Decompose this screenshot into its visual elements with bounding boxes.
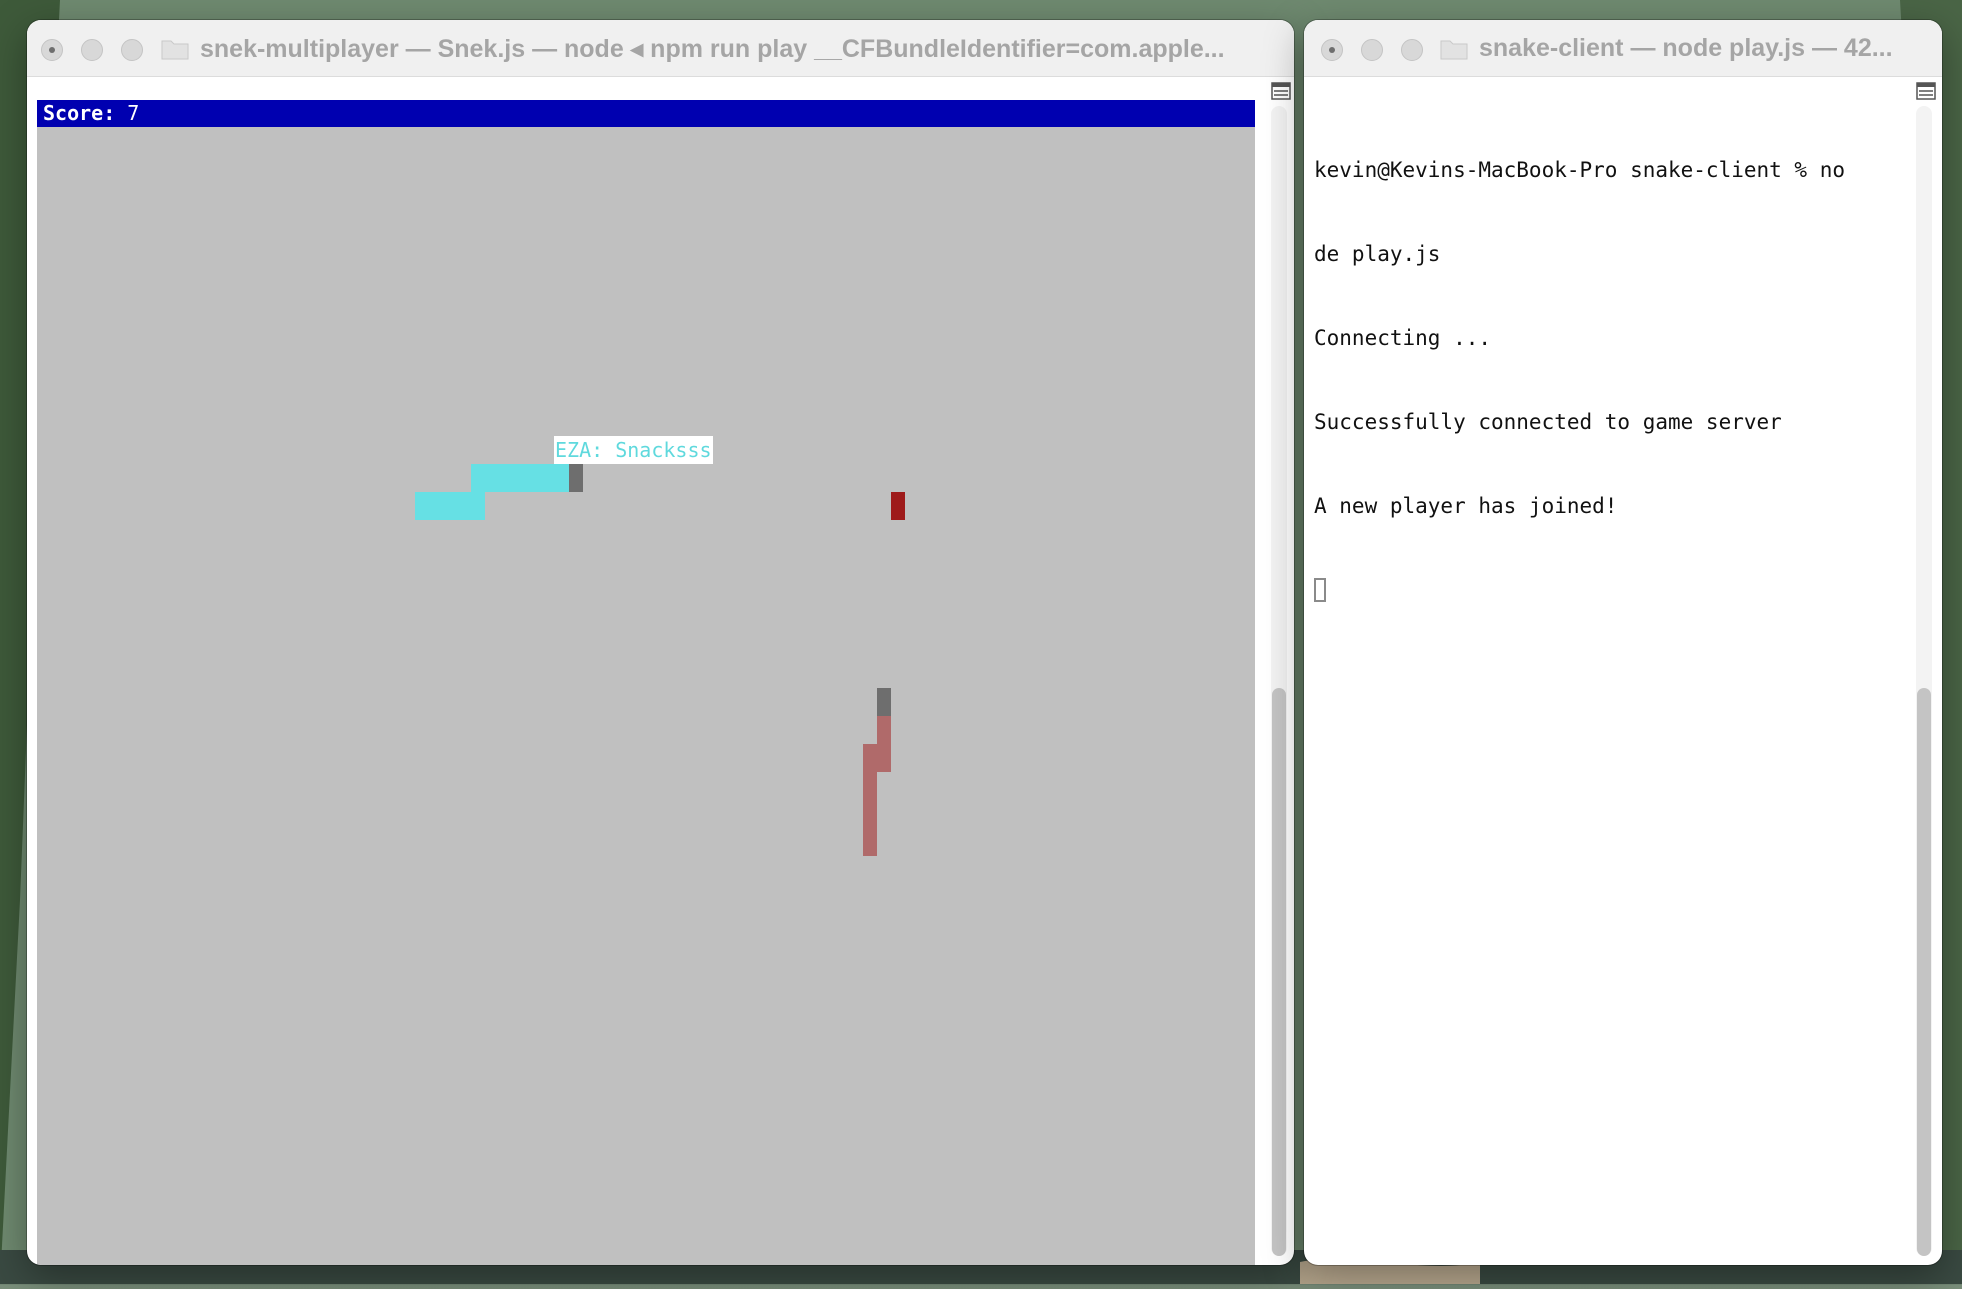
title-bar[interactable]: snake-client — node play.js — 42...	[1304, 20, 1942, 77]
scrollbar-thumb[interactable]	[1272, 688, 1286, 1256]
zoom-button[interactable]	[121, 39, 143, 61]
close-button[interactable]	[41, 39, 63, 61]
terminal-output[interactable]: kevin@Kevins-MacBook-Pro snake-client % …	[1314, 100, 1942, 660]
snake-1-head	[569, 464, 583, 492]
score-label: Score:	[43, 101, 116, 125]
terminal-line: Connecting ...	[1314, 326, 1492, 350]
window-title: snek-multiplayer — Snek.js — node ◂ npm …	[200, 35, 1225, 63]
snake-1-body-segment	[471, 464, 569, 492]
zoom-button[interactable]	[1401, 39, 1423, 61]
player-name-label: EZA: Snacksss	[554, 436, 713, 464]
terminal-cursor	[1314, 578, 1326, 602]
folder-icon	[161, 40, 189, 60]
scrollbar-thumb[interactable]	[1917, 688, 1931, 1256]
snake-2-body-segment	[877, 716, 891, 772]
terminal-line: Successfully connected to game server	[1314, 410, 1782, 434]
folder-icon	[1440, 40, 1468, 60]
terminal-line: de play.js	[1314, 242, 1441, 266]
close-button[interactable]	[1321, 39, 1343, 61]
food-pellet	[891, 492, 905, 520]
snake-2-body-segment	[863, 744, 877, 856]
terminal-line: A new player has joined!	[1314, 494, 1618, 518]
terminal-line: kevin@Kevins-MacBook-Pro snake-client % …	[1314, 158, 1846, 182]
split-pane-icon[interactable]	[1916, 82, 1936, 100]
game-arena: EZA: Snacksss	[37, 127, 1255, 1265]
title-bar[interactable]: snek-multiplayer — Snek.js — node ◂ npm …	[27, 20, 1294, 77]
snake-2-head	[877, 688, 891, 716]
minimize-button[interactable]	[81, 39, 103, 61]
split-pane-icon[interactable]	[1271, 82, 1291, 100]
minimize-button[interactable]	[1361, 39, 1383, 61]
game-terminal-window: snek-multiplayer — Snek.js — node ◂ npm …	[27, 20, 1294, 1265]
snake-1-tail-segment	[415, 492, 485, 520]
window-title: snake-client — node play.js — 42...	[1479, 34, 1893, 62]
score-bar: Score: 7	[37, 100, 1255, 127]
client-terminal-window: snake-client — node play.js — 42... kevi…	[1304, 20, 1942, 1265]
score-value: 7	[127, 101, 140, 125]
